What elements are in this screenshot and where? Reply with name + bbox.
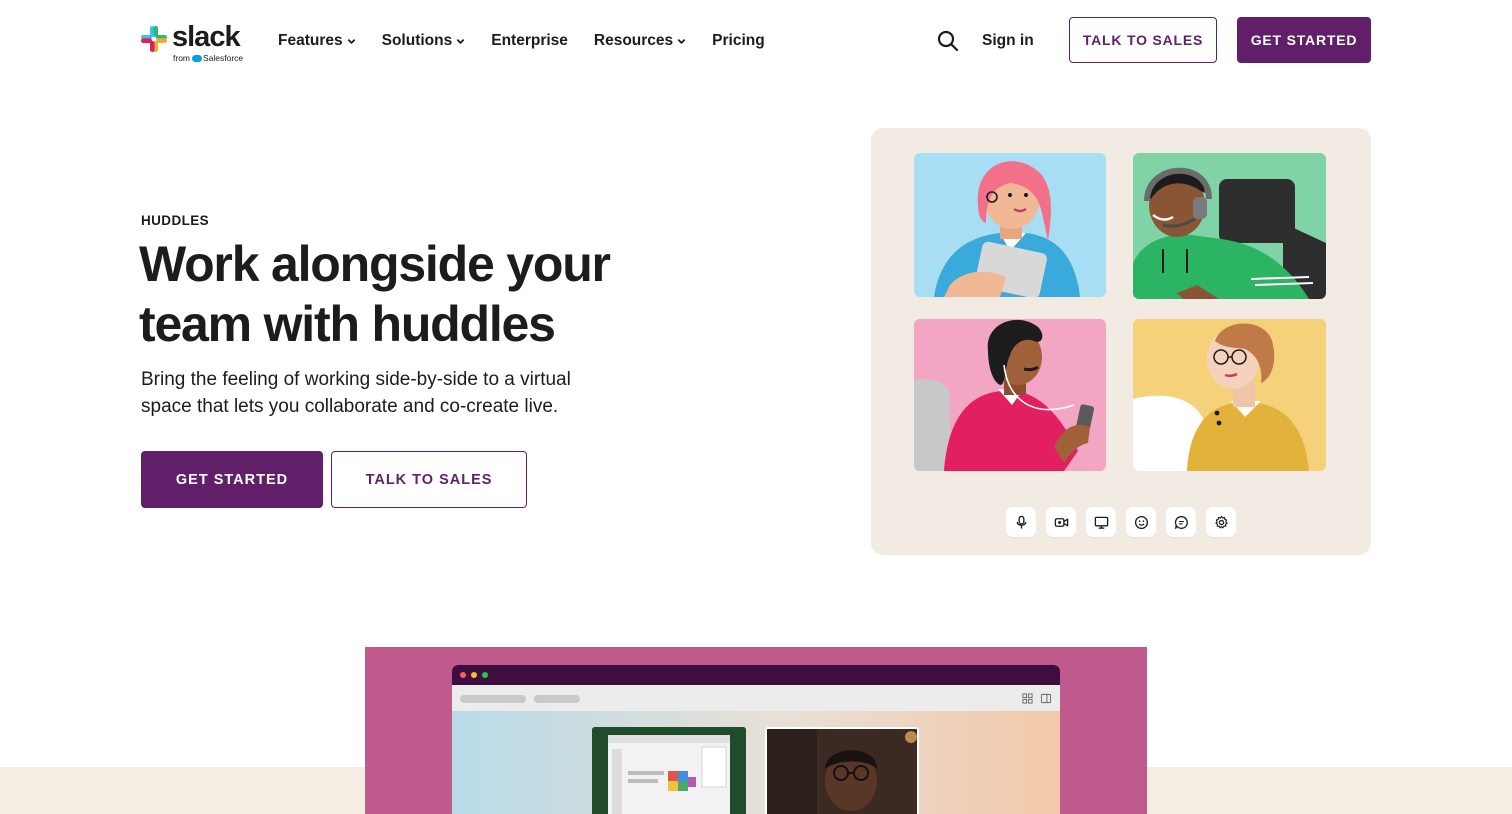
hero-talk-to-sales-button[interactable]: TALK TO SALES (331, 451, 527, 508)
nav-solutions-label: Solutions (381, 32, 453, 49)
grid-view-icon[interactable] (1022, 693, 1033, 704)
toolbar-placeholder (534, 695, 580, 703)
huddle-stage (452, 711, 1060, 814)
chevron-down-icon (457, 39, 465, 44)
chat-button[interactable] (1166, 507, 1196, 537)
participant-earphones-illustration (914, 319, 1094, 471)
chevron-down-icon (678, 39, 686, 44)
hero-eyebrow: HUDDLES (141, 213, 210, 228)
hero-headline-line-1: Work alongside your (139, 236, 611, 292)
participant-tile-glasses (1133, 319, 1326, 471)
participant-tile-headset (1133, 153, 1326, 299)
nav-enterprise[interactable]: Enterprise (491, 30, 568, 52)
nav-resources-label: Resources (593, 32, 674, 49)
search-icon[interactable] (936, 29, 960, 53)
nav-pricing[interactable]: Pricing (712, 30, 765, 52)
microphone-button[interactable] (1006, 507, 1036, 537)
hero-headline-line-2: team with huddles (139, 296, 556, 352)
window-titlebar (452, 665, 1060, 685)
window-toolbar (452, 685, 1060, 711)
nav-solutions[interactable]: Solutions (382, 30, 466, 52)
participant-video-feed (767, 729, 917, 814)
participant-tile-earphones (914, 319, 1106, 471)
participant-headset-illustration (1133, 167, 1326, 299)
screen-share-icon (1094, 516, 1108, 529)
huddle-illustration (871, 128, 1371, 555)
shared-screen-preview (592, 727, 746, 814)
participant-video-tile (765, 727, 919, 814)
participant-pink-hair-illustration (934, 161, 1080, 297)
hero-headline: Work alongside your team with huddles (139, 234, 699, 354)
slack-logo[interactable]: slack from Salesforce (141, 21, 243, 64)
nav-pricing-label: Pricing (712, 32, 765, 49)
salesforce-cloud-icon (192, 55, 202, 62)
emoji-icon (1134, 515, 1148, 529)
window-minimize-dot[interactable] (471, 672, 477, 678)
header-talk-to-sales-button[interactable]: TALK TO SALES (1069, 17, 1217, 63)
sidebar-toggle-icon[interactable] (1040, 693, 1052, 704)
chevron-down-icon (347, 39, 355, 44)
video-camera-icon (1054, 517, 1068, 527)
huddle-controls (1006, 507, 1246, 537)
logo-sub-prefix: from (173, 53, 190, 63)
participant-tile-pink-hair (914, 153, 1106, 297)
site-header: slack from Salesforce Features Solutions … (0, 0, 1512, 80)
toolbar-placeholder (460, 695, 526, 703)
hero-subhead: Bring the feeling of working side-by-sid… (141, 369, 571, 417)
settings-button[interactable] (1206, 507, 1236, 537)
huddle-demo-panel (365, 647, 1147, 814)
logo-subtitle: from Salesforce (173, 53, 243, 63)
chat-icon (1174, 515, 1188, 529)
microphone-icon (1016, 515, 1026, 529)
video-button[interactable] (1046, 507, 1076, 537)
window-maximize-dot[interactable] (482, 672, 488, 678)
screen-share-tile (592, 727, 746, 814)
main-nav: Features Solutions Enterprise Resources … (278, 30, 791, 52)
slack-hash-icon (141, 26, 167, 52)
participant-glasses-illustration (1133, 323, 1309, 471)
settings-icon (1214, 515, 1228, 528)
sign-in-link[interactable]: Sign in (982, 30, 1034, 52)
screen-share-button[interactable] (1086, 507, 1116, 537)
slack-app-window (452, 665, 1060, 814)
hero-get-started-button[interactable]: GET STARTED (141, 451, 323, 508)
header-get-started-button[interactable]: GET STARTED (1237, 17, 1371, 63)
nav-resources[interactable]: Resources (594, 30, 686, 52)
logo-sub-company: Salesforce (203, 53, 244, 63)
nav-enterprise-label: Enterprise (491, 32, 568, 49)
window-close-dot[interactable] (460, 672, 466, 678)
nav-features[interactable]: Features (278, 30, 356, 52)
logo-wordmark: slack (172, 21, 241, 53)
nav-features-label: Features (278, 32, 343, 49)
emoji-button[interactable] (1126, 507, 1156, 537)
